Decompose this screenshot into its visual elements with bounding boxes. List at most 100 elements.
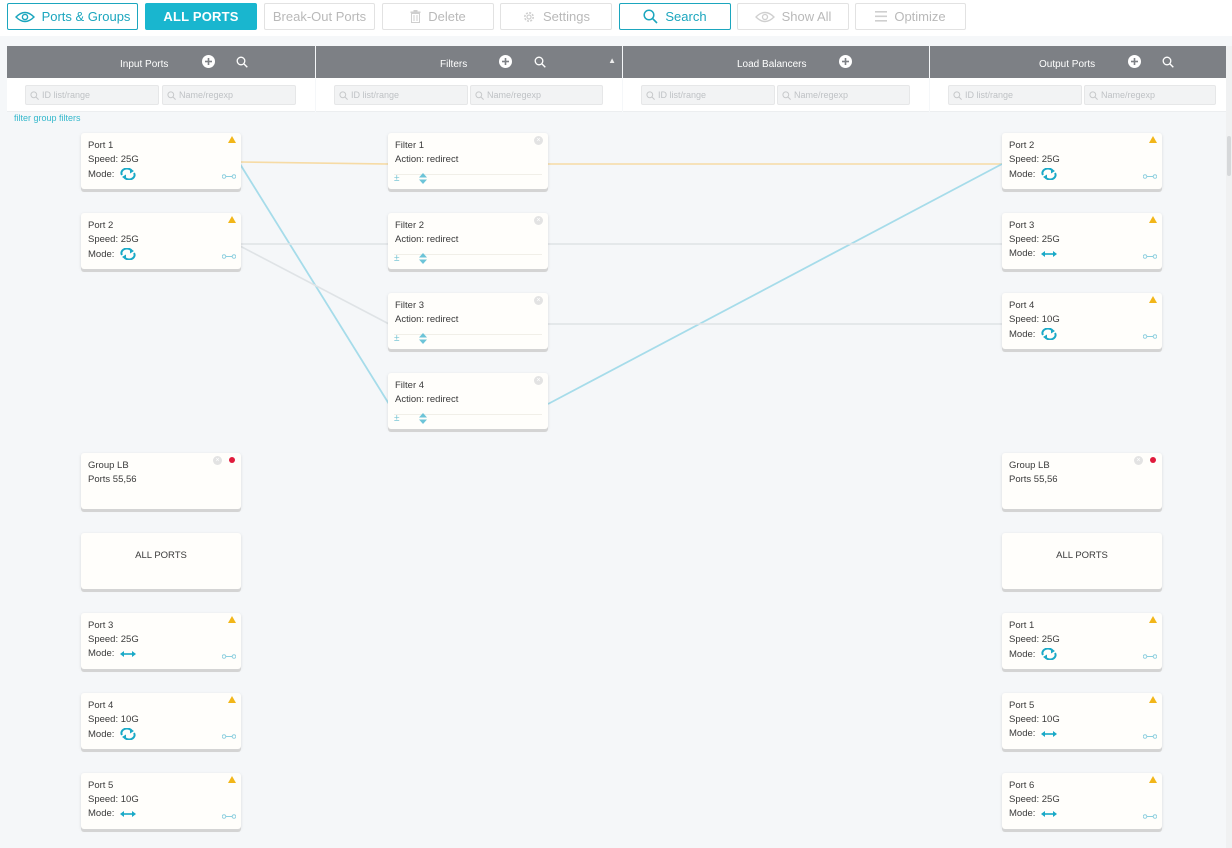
output-port-card[interactable]: Port 5 Speed: 10G Mode: [1002, 693, 1162, 749]
output-group-lb-card[interactable]: Group LB Ports 55,56 × [1002, 453, 1162, 509]
connector-icon[interactable] [222, 734, 236, 739]
connector-icon[interactable] [1143, 654, 1157, 659]
connector-icon[interactable] [222, 254, 236, 259]
add-input-port-icon[interactable] [202, 55, 215, 71]
plus-minus-icon[interactable]: ± [394, 413, 400, 424]
input-ports-header: Input Ports [7, 46, 315, 78]
ports-groups-button[interactable]: Ports & Groups [7, 3, 138, 30]
output-port-card[interactable]: Port 1 Speed: 25G Mode: [1002, 613, 1162, 669]
arrows-icon [120, 650, 137, 657]
sort-updown-icon[interactable] [419, 413, 427, 424]
port-mode: Mode: [88, 248, 136, 260]
output-port-card[interactable]: Port 6 Speed: 25G Mode: [1002, 773, 1162, 829]
link-port1-filter4 [239, 163, 390, 405]
gear-icon [522, 10, 536, 24]
optimize-button[interactable]: Optimize [855, 3, 966, 30]
output-all-ports-card[interactable]: ALL PORTS [1002, 533, 1162, 589]
filter-card[interactable]: Filter 1 Action: redirect × ± [388, 133, 548, 189]
plus-minus-icon[interactable]: ± [394, 333, 400, 344]
search-icon [475, 90, 484, 100]
input-ports-id-field[interactable]: ID list/range [25, 85, 159, 105]
port-mode: Mode: [1009, 808, 1058, 819]
close-icon[interactable]: × [534, 136, 543, 145]
plus-minus-icon[interactable]: ± [394, 173, 400, 184]
add-output-port-icon[interactable] [1128, 55, 1141, 71]
input-all-ports-card[interactable]: ALL PORTS [81, 533, 241, 589]
show-all-button[interactable]: Show All [737, 3, 849, 30]
close-icon[interactable]: × [534, 376, 543, 385]
search-input-ports-icon[interactable] [236, 56, 248, 71]
input-group-lb-card[interactable]: Group LB Ports 55,56 × [81, 453, 241, 509]
connector-icon[interactable] [1143, 814, 1157, 819]
sort-updown-icon[interactable] [419, 333, 427, 344]
delete-button[interactable]: Delete [382, 3, 494, 30]
all-ports-label: ALL PORTS [163, 9, 239, 24]
connector-icon[interactable] [1143, 174, 1157, 179]
output-port-card[interactable]: Port 4 Speed: 10G Mode: [1002, 293, 1162, 349]
sort-updown-icon[interactable] [419, 253, 427, 264]
plus-minus-icon[interactable]: ± [394, 253, 400, 264]
connector-icon[interactable] [222, 654, 236, 659]
search-filters-icon[interactable] [534, 56, 546, 71]
filter-card[interactable]: Filter 2 Action: redirect × ± [388, 213, 548, 269]
filter-card[interactable]: Filter 3 Action: redirect × ± [388, 293, 548, 349]
mode-label: Mode: [1009, 728, 1036, 739]
collapse-caret-icon[interactable]: ▲ [608, 56, 616, 65]
port-name: Port 1 [1009, 620, 1035, 631]
filters-header: Filters ▲ [316, 46, 622, 78]
filter-card[interactable]: Filter 4 Action: redirect × ± [388, 373, 548, 429]
output-ports-id-field[interactable]: ID list/range [948, 85, 1082, 105]
filter-footer [394, 254, 542, 263]
filters-id-field[interactable]: ID list/range [334, 85, 468, 105]
connector-icon[interactable] [222, 174, 236, 179]
warning-icon [228, 616, 236, 623]
input-port-card[interactable]: Port 3 Speed: 25G Mode: [81, 613, 241, 669]
sort-updown-icon[interactable] [419, 173, 427, 184]
break-out-ports-button[interactable]: Break-Out Ports [264, 3, 375, 30]
settings-button[interactable]: Settings [500, 3, 612, 30]
mode-label: Mode: [88, 168, 115, 180]
filters-name-field[interactable]: Name/regexp [470, 85, 603, 105]
warning-icon [228, 696, 236, 703]
input-port-card[interactable]: Port 1 Speed: 25G Mode: [81, 133, 241, 189]
output-ports-name-field[interactable]: Name/regexp [1084, 85, 1216, 105]
close-icon[interactable]: × [534, 216, 543, 225]
filter-action: Action: redirect [395, 234, 459, 245]
load-balancers-header: Load Balancers [623, 46, 929, 78]
all-ports-button[interactable]: ALL PORTS [145, 3, 257, 30]
connector-icon[interactable] [1143, 734, 1157, 739]
port-speed: Speed: 10G [1009, 714, 1060, 725]
port-name: Port 6 [1009, 780, 1035, 791]
scrollbar-thumb[interactable] [1227, 136, 1231, 176]
close-icon[interactable]: × [213, 456, 222, 465]
warning-icon [1149, 296, 1157, 303]
port-mode: Mode: [88, 728, 136, 740]
group-name: Group LB [88, 460, 129, 471]
filter-group-filters-link[interactable]: filter group filters [14, 113, 81, 123]
close-icon[interactable]: × [534, 296, 543, 305]
load-balancers-name-field[interactable]: Name/regexp [777, 85, 910, 105]
connector-icon[interactable] [1143, 254, 1157, 259]
search-icon [953, 90, 962, 100]
load-balancers-id-field[interactable]: ID list/range [641, 85, 775, 105]
add-load-balancer-icon[interactable] [839, 55, 852, 71]
warning-icon [228, 136, 236, 143]
list-icon [875, 11, 888, 22]
output-port-card[interactable]: Port 2 Speed: 25G Mode: [1002, 133, 1162, 189]
scrollbar-track[interactable] [1226, 46, 1232, 848]
input-port-card[interactable]: Port 2 Speed: 25G Mode: [81, 213, 241, 269]
search-output-ports-icon[interactable] [1162, 56, 1174, 71]
output-port-card[interactable]: Port 3 Speed: 25G Mode: [1002, 213, 1162, 269]
search-icon [30, 90, 39, 100]
port-mode: Mode: [1009, 648, 1057, 660]
input-port-card[interactable]: Port 5 Speed: 10G Mode: [81, 773, 241, 829]
input-ports-name-field[interactable]: Name/regexp [162, 85, 296, 105]
close-icon[interactable]: × [1134, 456, 1143, 465]
connector-icon[interactable] [222, 814, 236, 819]
input-port-card[interactable]: Port 4 Speed: 10G Mode: [81, 693, 241, 749]
add-filter-icon[interactable] [499, 55, 512, 71]
load-balancers-filter-row: ID list/range Name/regexp [623, 78, 929, 112]
search-button[interactable]: Search [619, 3, 731, 30]
port-name: Port 3 [1009, 220, 1035, 231]
connector-icon[interactable] [1143, 334, 1157, 339]
